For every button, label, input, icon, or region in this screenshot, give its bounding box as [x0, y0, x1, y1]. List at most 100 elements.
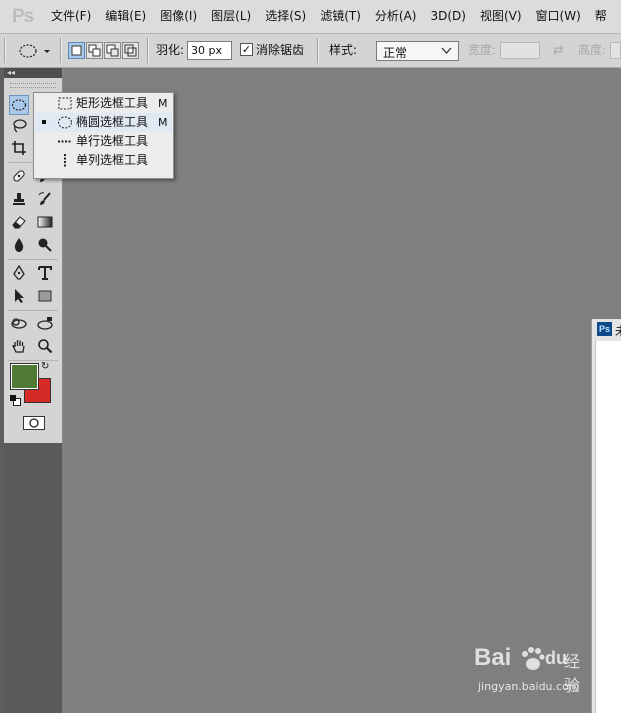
eraser-tool[interactable] — [9, 212, 29, 232]
baidu-jingyan-watermark: Bai du 经验 jingyan.baidu.com — [474, 644, 594, 702]
swap-colors-icon[interactable]: ↻ — [41, 362, 49, 372]
magnifier-icon — [38, 339, 53, 354]
menu-filter[interactable]: 滤镜(T) — [313, 0, 368, 33]
subtract-selection-icon — [106, 44, 119, 57]
3d-orbit-tool[interactable] — [35, 314, 55, 334]
stamp-icon — [13, 193, 25, 205]
menu-list: 文件(F) 编辑(E) 图像(I) 图层(L) 选择(S) 滤镜(T) 分析(A… — [44, 0, 614, 33]
ellipse-marquee-icon — [19, 44, 50, 58]
flyout-item-ellipse-marquee[interactable]: 椭圆选框工具 M — [35, 113, 172, 132]
history-brush-icon — [38, 192, 51, 205]
zoom-tool[interactable] — [35, 336, 55, 356]
3d-rotate-icon — [11, 318, 27, 329]
photoshop-doc-icon: Ps — [597, 322, 612, 336]
ellipse-marquee-icon — [58, 116, 72, 129]
new-selection-icon — [71, 45, 82, 56]
flyout-item-label: 椭圆选框工具 — [76, 115, 149, 129]
menu-help[interactable]: 帮 — [588, 0, 614, 33]
menu-window[interactable]: 窗口(W) — [529, 0, 588, 33]
foreground-color-swatch[interactable] — [10, 363, 39, 390]
menu-view[interactable]: 视图(V) — [473, 0, 529, 33]
chevron-down-icon — [44, 50, 50, 53]
menu-3d[interactable]: 3D(D) — [423, 0, 472, 33]
water-drop-icon — [14, 238, 24, 252]
photoshop-logo: Ps — [12, 6, 34, 27]
arrow-cursor-icon — [15, 289, 24, 303]
document-title: 未 — [615, 322, 621, 339]
crop-tool[interactable] — [9, 138, 29, 158]
add-selection-icon — [88, 44, 101, 57]
bandage-icon — [13, 170, 25, 182]
toolbox-collapse-button[interactable]: ◂◂ — [4, 68, 62, 78]
ellipse-marquee-icon — [11, 99, 27, 111]
antialias-label: 消除锯齿 — [256, 43, 305, 57]
type-tool[interactable] — [35, 263, 55, 283]
flyout-item-single-column-marquee[interactable]: 单列选框工具 — [35, 151, 172, 170]
chevron-down-icon — [441, 47, 452, 54]
feather-input[interactable]: 30 px — [187, 41, 232, 60]
flyout-item-rectangle-marquee[interactable]: 矩形选框工具 M — [35, 94, 172, 113]
default-colors-icon[interactable] — [10, 395, 21, 406]
dodge-icon — [38, 238, 52, 252]
rectangle-icon — [38, 290, 52, 302]
quick-mask-icon — [29, 418, 39, 428]
menu-edit[interactable]: 编辑(E) — [98, 0, 153, 33]
path-selection-tool[interactable] — [9, 286, 29, 306]
document-titlebar[interactable]: Ps 未 — [592, 319, 621, 340]
height-field — [610, 42, 621, 59]
lasso-tool[interactable] — [9, 116, 29, 136]
options-divider — [60, 38, 62, 63]
feather-label: 羽化: — [156, 43, 185, 57]
options-divider — [4, 38, 6, 63]
style-select[interactable]: 正常 — [376, 41, 459, 61]
type-icon — [38, 266, 52, 280]
quick-mask-button[interactable] — [23, 416, 45, 430]
options-bar: 羽化: 30 px ✓ 消除锯齿 样式: 正常 宽度: ⇄ 高度: — [0, 34, 621, 68]
subtract-from-selection-button[interactable] — [104, 42, 121, 59]
intersect-selection-button[interactable] — [122, 42, 139, 59]
menu-select[interactable]: 选择(S) — [258, 0, 313, 33]
tool-preset-picker[interactable] — [16, 41, 56, 61]
menu-analysis[interactable]: 分析(A) — [368, 0, 424, 33]
ellipse-marquee-tool[interactable] — [9, 95, 29, 115]
gradient-tool[interactable] — [35, 212, 55, 232]
menu-bar: Ps 文件(F) 编辑(E) 图像(I) 图层(L) 选择(S) 滤镜(T) 分… — [0, 0, 621, 34]
crop-icon — [12, 141, 26, 155]
flyout-item-label: 单列选框工具 — [76, 153, 149, 167]
3d-rotate-tool[interactable] — [9, 314, 29, 334]
paw-logo-icon — [522, 647, 545, 670]
width-field — [500, 42, 540, 59]
menu-layer[interactable]: 图层(L) — [204, 0, 258, 33]
rectangle-shape-tool[interactable] — [35, 286, 55, 306]
lasso-icon — [13, 119, 27, 133]
gradient-icon — [37, 216, 53, 228]
eraser-icon — [12, 216, 26, 229]
tool-divider — [8, 360, 58, 361]
options-divider — [147, 38, 149, 63]
clone-stamp-tool[interactable] — [9, 189, 29, 209]
options-divider — [317, 38, 319, 63]
menu-file[interactable]: 文件(F) — [44, 0, 98, 33]
dodge-tool[interactable] — [35, 235, 55, 255]
spot-healing-brush-tool[interactable] — [9, 166, 29, 186]
height-label: 高度: — [578, 43, 607, 57]
style-select-value: 正常 — [383, 46, 408, 60]
single-column-marquee-icon — [64, 154, 66, 167]
flyout-item-single-row-marquee[interactable]: 单行选框工具 — [35, 132, 172, 151]
blur-tool[interactable] — [9, 235, 29, 255]
flyout-item-label: 单行选框工具 — [76, 134, 149, 148]
add-to-selection-button[interactable] — [86, 42, 103, 59]
pen-tool[interactable] — [9, 263, 29, 283]
menu-image[interactable]: 图像(I) — [153, 0, 204, 33]
flyout-item-label: 矩形选框工具 — [76, 96, 149, 110]
hand-tool[interactable] — [9, 336, 29, 356]
document-canvas[interactable] — [595, 341, 621, 713]
history-brush-tool[interactable] — [35, 189, 55, 209]
document-window[interactable]: Ps 未 — [591, 319, 621, 713]
tool-divider — [8, 310, 58, 311]
style-label: 样式: — [329, 43, 358, 57]
new-selection-button[interactable] — [68, 42, 85, 59]
pen-icon — [13, 265, 25, 280]
antialias-checkbox[interactable]: ✓ — [240, 43, 253, 56]
width-label: 宽度: — [468, 43, 497, 57]
